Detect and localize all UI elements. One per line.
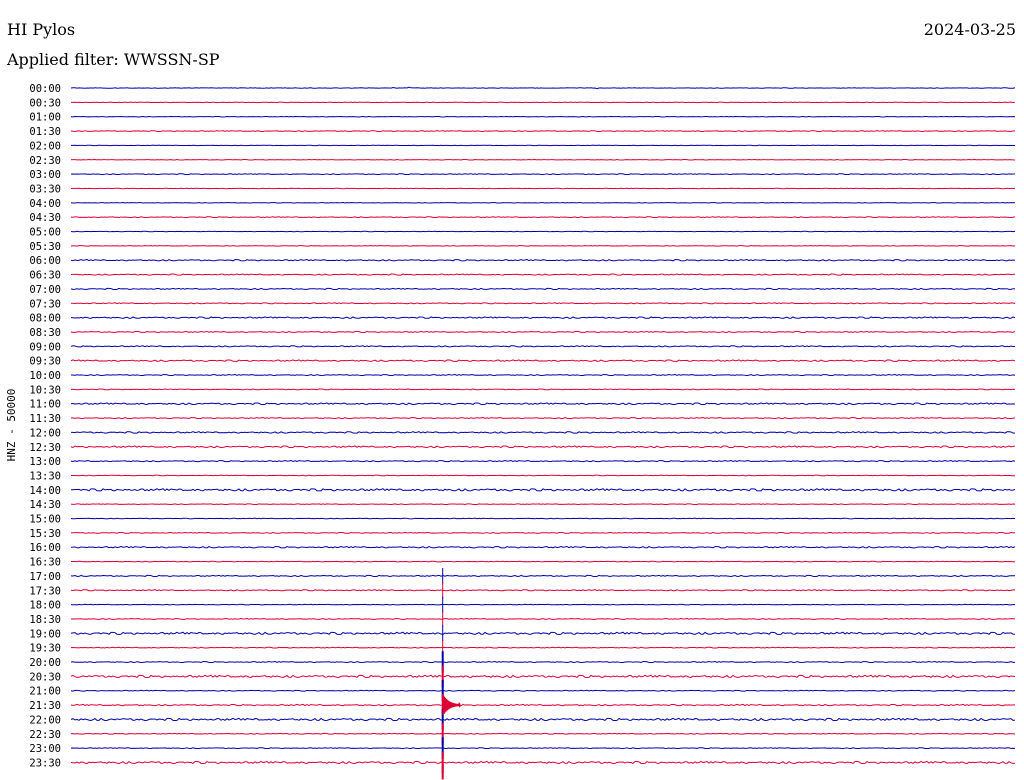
row-time-label: 23:00 — [29, 743, 61, 755]
trace-row — [70, 531, 1016, 534]
row-time-label: 06:30 — [29, 270, 61, 282]
event-coda — [442, 694, 462, 716]
row-time-label: 15:00 — [29, 514, 61, 526]
row-time-label: 01:00 — [29, 112, 61, 124]
helicorder-chart: 00:00 00:30 01:00 01:30 02:00 02:30 03:00 03:30… — [5, 83, 1016, 780]
row-time-label: 05:30 — [29, 241, 61, 253]
trace-row — [70, 560, 1016, 563]
row-time-label: 14:00 — [29, 485, 61, 497]
trace-row — [70, 603, 1016, 606]
row-time-label: 17:30 — [29, 585, 61, 597]
trace-row — [70, 359, 1016, 362]
trace-row — [70, 302, 1016, 305]
trace-row — [70, 503, 1016, 505]
trace-row — [70, 646, 1016, 649]
row-time-label: 20:30 — [29, 671, 61, 683]
row-time-label: 03:00 — [29, 169, 61, 181]
trace-row — [70, 661, 1016, 663]
row-time-label: 19:30 — [29, 643, 61, 655]
row-time-label: 00:30 — [29, 97, 61, 109]
trace-row — [70, 717, 1016, 722]
trace-row — [70, 431, 1016, 434]
row-time-label: 03:30 — [29, 183, 61, 195]
row-time-label: 10:30 — [29, 384, 61, 396]
trace-row — [70, 674, 1016, 678]
row-time-label: 12:00 — [29, 427, 61, 439]
row-time-label: 04:30 — [29, 212, 61, 224]
row-time-label: 07:30 — [29, 298, 61, 310]
trace-row — [70, 345, 1016, 348]
trace-row — [70, 517, 1016, 520]
row-time-label: 19:00 — [29, 628, 61, 640]
trace-row — [70, 374, 1016, 376]
trace-row — [70, 747, 1016, 750]
trace-row — [70, 460, 1016, 463]
row-time-label: 15:30 — [29, 528, 61, 540]
trace-row — [70, 545, 1016, 549]
row-time-label: 23:30 — [29, 757, 61, 769]
row-time-label: 07:00 — [29, 284, 61, 296]
row-time-label: 00:00 — [29, 83, 61, 95]
row-time-label: 11:00 — [29, 399, 61, 411]
row-time-label: 22:30 — [29, 729, 61, 741]
trace-row — [70, 316, 1016, 319]
row-time-label: 18:30 — [29, 614, 61, 626]
trace-row — [71, 488, 1016, 492]
row-time-label: 21:00 — [29, 686, 61, 698]
y-axis-label: HNZ - 50000 — [5, 389, 18, 462]
trace-row — [70, 130, 1016, 132]
trace-row — [70, 388, 1016, 391]
trace-row — [70, 703, 1016, 707]
row-time-label: 08:00 — [29, 313, 61, 325]
trace-row — [70, 417, 1016, 420]
trace-row — [70, 445, 1016, 449]
trace-row — [70, 173, 1016, 176]
trace-row — [70, 402, 1016, 406]
trace-row — [70, 273, 1016, 276]
trace-row — [70, 574, 1016, 577]
row-time-label: 13:00 — [29, 456, 61, 468]
row-time-label: 08:30 — [29, 327, 61, 339]
trace-row — [70, 589, 1016, 592]
row-time-label: 04:00 — [29, 198, 61, 210]
row-time-label: 09:30 — [29, 356, 61, 368]
helicorder-page: HI Pylos 2024-03-25 Applied filter: WWSS… — [0, 0, 1024, 780]
trace-row — [70, 631, 1016, 635]
row-time-label: 05:00 — [29, 227, 61, 239]
row-time-label: 01:30 — [29, 126, 61, 138]
trace-row — [70, 732, 1016, 735]
row-time-label: 20:00 — [29, 657, 61, 669]
row-time-label: 22:00 — [29, 714, 61, 726]
row-time-label: 14:30 — [29, 499, 61, 511]
row-time-label: 06:00 — [29, 255, 61, 267]
row-time-label: 11:30 — [29, 413, 61, 425]
row-time-label: 16:30 — [29, 557, 61, 569]
trace-row — [70, 86, 1016, 90]
row-time-label: 02:00 — [29, 140, 61, 152]
row-time-label: 21:30 — [29, 700, 61, 712]
trace-row — [70, 330, 1016, 333]
trace-row — [70, 760, 1016, 764]
trace-row — [70, 259, 1016, 262]
row-time-label: 16:00 — [29, 542, 61, 554]
row-time-label: 09:00 — [29, 341, 61, 353]
row-time-label: 02:30 — [29, 155, 61, 167]
trace-row — [70, 287, 1016, 290]
row-time-label: 12:30 — [29, 442, 61, 454]
row-time-label: 17:00 — [29, 571, 61, 583]
trace-rows: 00:00 00:30 01:00 01:30 02:00 02:30 03:00 03:30… — [29, 83, 1016, 769]
row-time-label: 10:00 — [29, 370, 61, 382]
trace-row — [70, 474, 1016, 477]
row-time-label: 13:30 — [29, 470, 61, 482]
trace-row — [70, 216, 1016, 219]
trace-row — [70, 618, 1016, 620]
row-time-label: 18:00 — [29, 600, 61, 612]
trace-row — [70, 689, 1016, 692]
